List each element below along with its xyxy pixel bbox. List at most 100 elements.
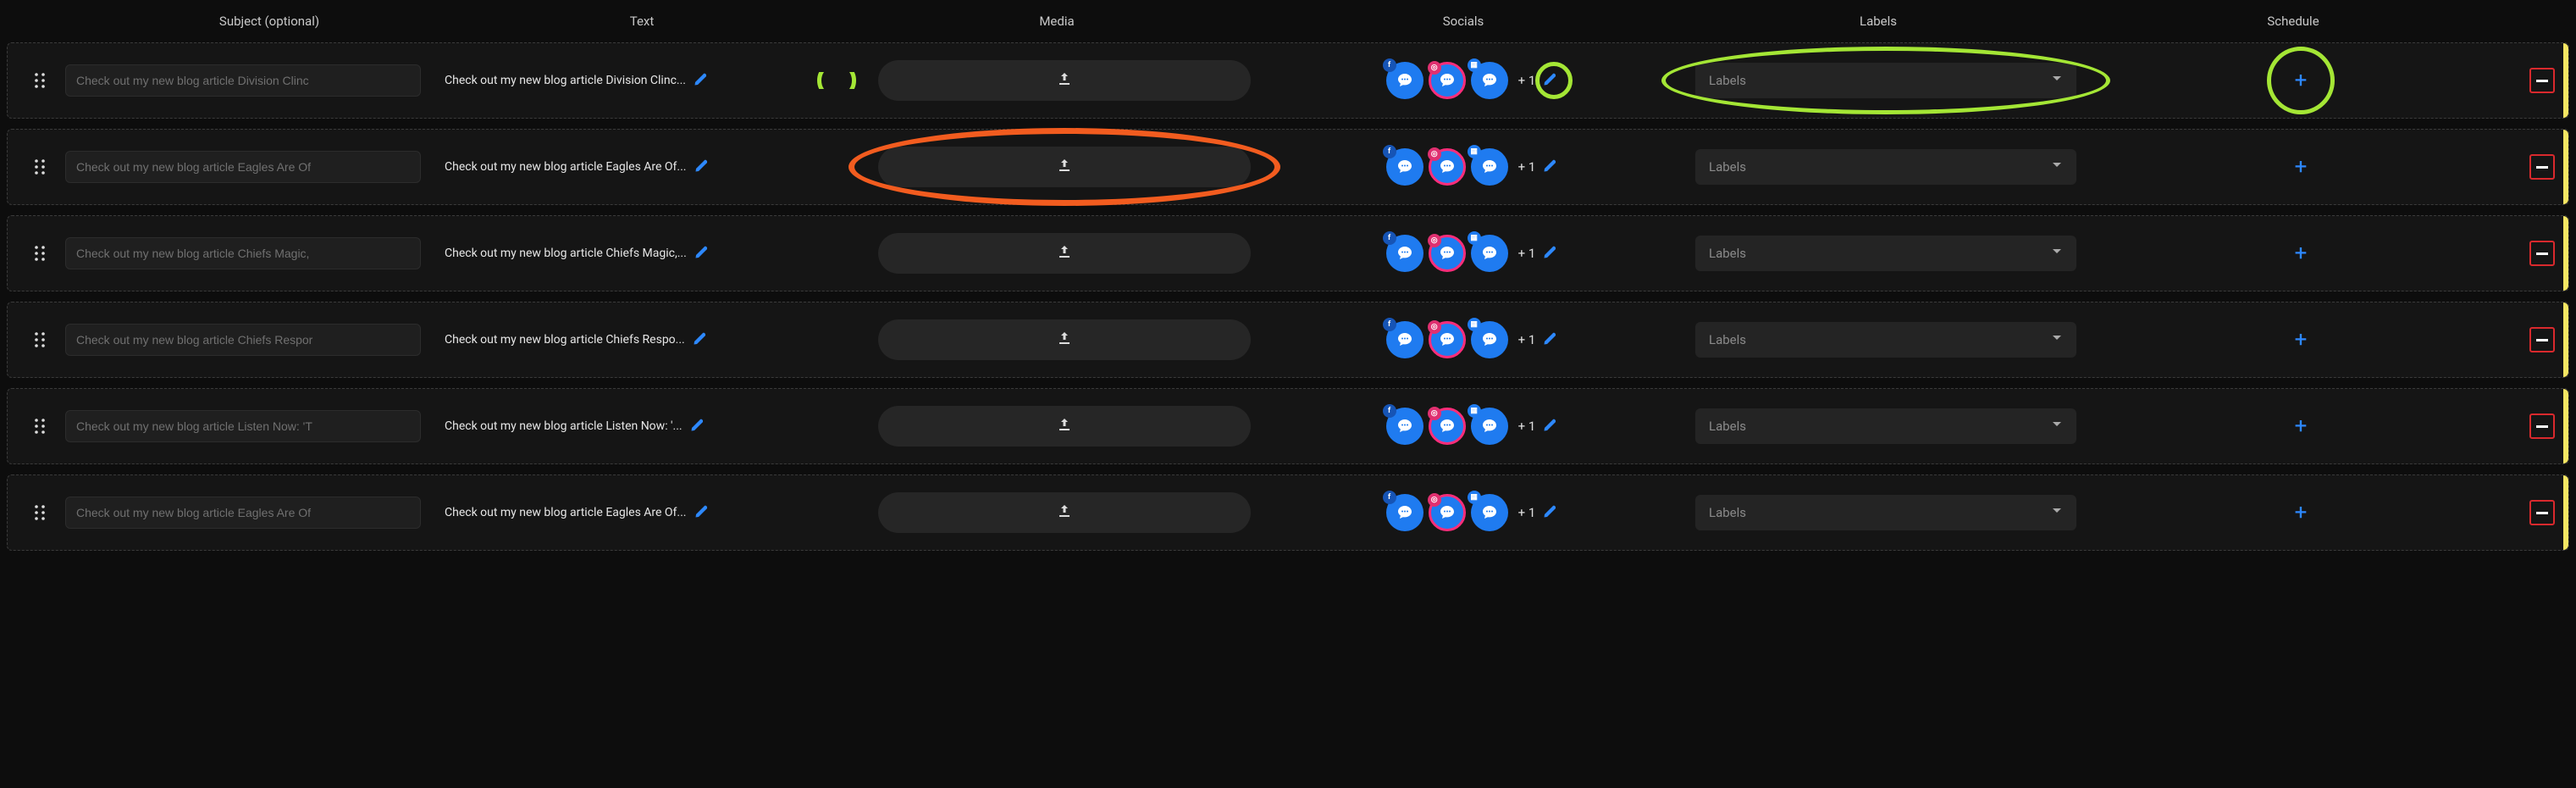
add-schedule-button[interactable]: + (2284, 150, 2318, 184)
edit-socials-icon[interactable] (1542, 418, 1556, 435)
social-google-business[interactable]: ▦ (1471, 494, 1508, 531)
labels-dropdown[interactable]: Labels (1695, 63, 2076, 98)
add-schedule-button[interactable]: + (2284, 64, 2318, 97)
remove-row-button[interactable] (2529, 154, 2555, 180)
labels-dropdown[interactable]: Labels (1695, 408, 2076, 444)
social-instagram[interactable]: ◎ (1429, 321, 1466, 358)
social-instagram[interactable]: ◎ (1429, 235, 1466, 272)
post-text: Check out my new blog article Chiefs Mag… (445, 247, 687, 260)
post-text: Check out my new blog article Eagles Are… (445, 506, 687, 519)
social-facebook[interactable]: f (1386, 62, 1423, 99)
drag-handle[interactable] (14, 504, 65, 521)
chevron-down-icon (2051, 73, 2063, 88)
add-schedule-button[interactable]: + (2284, 496, 2318, 530)
edit-text-icon[interactable] (692, 331, 705, 348)
social-google-business[interactable]: ▦ (1471, 62, 1508, 99)
subject-input[interactable] (65, 497, 421, 529)
labels-dropdown[interactable]: Labels (1695, 149, 2076, 185)
gbusiness-mini-icon: ▦ (1468, 404, 1481, 418)
labels-placeholder: Labels (1709, 419, 1746, 434)
schedule-cell: + (2098, 409, 2504, 443)
drag-handle[interactable] (14, 331, 65, 348)
socials-cell: f ◎ ▦ + 1 (1268, 148, 1674, 186)
social-google-business[interactable]: ▦ (1471, 408, 1508, 445)
header-socials: Socials (1260, 14, 1667, 29)
subject-input[interactable] (65, 410, 421, 442)
labels-cell: Labels (1674, 63, 2098, 98)
labels-dropdown[interactable]: Labels (1695, 236, 2076, 271)
remove-cell (2504, 68, 2576, 93)
social-google-business[interactable]: ▦ (1471, 235, 1508, 272)
add-schedule-button[interactable]: + (2284, 409, 2318, 443)
labels-cell: Labels (1674, 149, 2098, 185)
chevron-down-icon (2051, 332, 2063, 347)
post-row: Check out my new blog article Eagles Are… (7, 129, 2569, 205)
subject-input[interactable] (65, 324, 421, 356)
social-google-business[interactable]: ▦ (1471, 321, 1508, 358)
socials-more-count: + 1 (1518, 505, 1536, 520)
social-facebook[interactable]: f (1386, 235, 1423, 272)
gbusiness-mini-icon: ▦ (1468, 58, 1481, 72)
subject-cell (65, 324, 438, 356)
drag-handle[interactable] (14, 72, 65, 89)
edit-text-icon[interactable] (694, 504, 707, 521)
edit-text-icon[interactable] (689, 418, 703, 435)
media-upload-button[interactable] (878, 147, 1251, 187)
post-row: Check out my new blog article Eagles Are… (7, 474, 2569, 551)
subject-input[interactable] (65, 64, 421, 97)
remove-row-button[interactable] (2529, 68, 2555, 93)
remove-row-button[interactable] (2529, 327, 2555, 352)
media-upload-button[interactable] (878, 406, 1251, 447)
socials-more-count: + 1 (1518, 73, 1536, 88)
social-facebook[interactable]: f (1386, 321, 1423, 358)
social-facebook[interactable]: f (1386, 148, 1423, 186)
subject-input[interactable] (65, 151, 421, 183)
edit-socials-icon[interactable] (1542, 72, 1556, 89)
remove-cell (2504, 413, 2576, 439)
media-upload-button[interactable] (878, 60, 1251, 101)
drag-handle[interactable] (14, 418, 65, 435)
socials-cell: f ◎ ▦ + 1 (1268, 321, 1674, 358)
social-instagram[interactable]: ◎ (1429, 148, 1466, 186)
media-cell (861, 60, 1268, 101)
drag-handle[interactable] (14, 245, 65, 262)
media-upload-button[interactable] (878, 233, 1251, 274)
social-instagram[interactable]: ◎ (1429, 408, 1466, 445)
instagram-mini-icon: ◎ (1428, 493, 1441, 507)
media-cell (861, 319, 1268, 360)
remove-cell (2504, 154, 2576, 180)
social-instagram[interactable]: ◎ (1429, 494, 1466, 531)
media-upload-button[interactable] (878, 319, 1251, 360)
add-schedule-button[interactable]: + (2284, 323, 2318, 357)
remove-row-button[interactable] (2529, 500, 2555, 525)
social-google-business[interactable]: ▦ (1471, 148, 1508, 186)
labels-cell: Labels (1674, 495, 2098, 530)
gbusiness-mini-icon: ▦ (1468, 145, 1481, 158)
edit-text-icon[interactable] (694, 245, 707, 262)
text-cell: Check out my new blog article Eagles Are… (438, 158, 861, 175)
media-upload-button[interactable] (878, 492, 1251, 533)
labels-dropdown[interactable]: Labels (1695, 495, 2076, 530)
edit-socials-icon[interactable] (1542, 158, 1556, 175)
edit-text-icon[interactable] (693, 72, 706, 89)
subject-input[interactable] (65, 237, 421, 269)
edit-socials-icon[interactable] (1542, 504, 1556, 521)
social-facebook[interactable]: f (1386, 408, 1423, 445)
edit-socials-icon[interactable] (1542, 331, 1556, 348)
header-schedule: Schedule (2090, 14, 2496, 29)
text-cell: Check out my new blog article Chiefs Res… (438, 331, 861, 348)
social-facebook[interactable]: f (1386, 494, 1423, 531)
labels-cell: Labels (1674, 322, 2098, 358)
upload-icon (1057, 158, 1072, 176)
socials-more-count: + 1 (1518, 419, 1536, 434)
text-cell: Check out my new blog article Eagles Are… (438, 504, 861, 521)
chevron-down-icon (2051, 246, 2063, 261)
edit-socials-icon[interactable] (1542, 245, 1556, 262)
add-schedule-button[interactable]: + (2284, 236, 2318, 270)
drag-handle[interactable] (14, 158, 65, 175)
labels-dropdown[interactable]: Labels (1695, 322, 2076, 358)
edit-text-icon[interactable] (694, 158, 707, 175)
social-instagram[interactable]: ◎ (1429, 62, 1466, 99)
remove-row-button[interactable] (2529, 241, 2555, 266)
remove-row-button[interactable] (2529, 413, 2555, 439)
